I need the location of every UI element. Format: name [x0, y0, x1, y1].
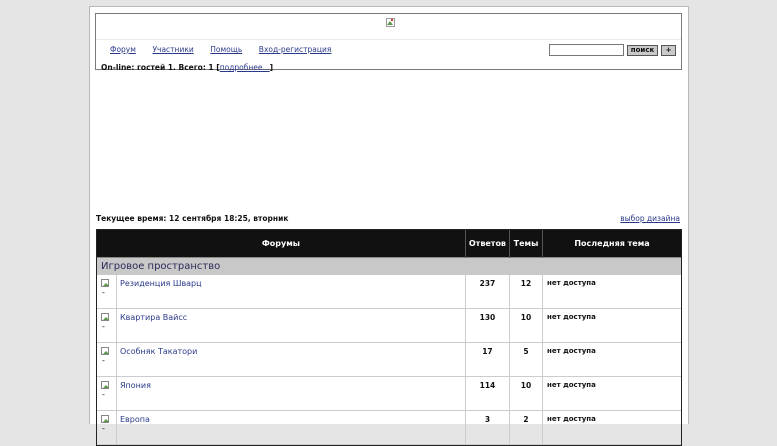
forum-status-icon: - [97, 308, 117, 343]
forum-status-icon: - [97, 376, 117, 411]
search-button[interactable]: поиск [627, 44, 658, 56]
table-row: - Резиденция Шварц 237 12 нет доступа [97, 275, 681, 309]
table-row: - Особняк Такатори 17 5 нет доступа [97, 342, 681, 377]
replies-count: 130 [465, 308, 511, 343]
online-details-link[interactable]: подробнее... [220, 63, 270, 72]
topics-count: 10 [509, 308, 543, 343]
replies-count: 114 [465, 376, 511, 411]
search-bar: поиск + [549, 44, 676, 56]
forum-header: Форум Участники Помощь Вход-регистрация … [95, 13, 682, 72]
last-topic: нет доступа [542, 410, 681, 445]
forum-link[interactable]: Япония [120, 381, 151, 390]
search-input[interactable] [549, 44, 624, 56]
forum-link[interactable]: Резиденция Шварц [120, 279, 202, 288]
broken-image-icon [386, 18, 396, 28]
table-row: - Квартира Вайсс 130 10 нет доступа [97, 308, 681, 343]
current-time: Текущее время: 12 сентября 18:25, вторни… [96, 214, 289, 223]
header-last-topic: Последняя тема [542, 230, 681, 258]
topics-count: 12 [509, 275, 543, 309]
table-row: - Европа 3 2 нет доступа [97, 410, 681, 445]
advanced-search-button[interactable]: + [661, 44, 676, 56]
forum-table: Форумы Ответов Темы Последняя тема Игров… [96, 229, 682, 446]
forum-link[interactable]: Особняк Такатори [120, 347, 197, 356]
topics-count: 5 [509, 342, 543, 377]
page: Форум Участники Помощь Вход-регистрация … [89, 6, 689, 446]
online-text: On-line: гостей 1. Всего: 1 [101, 63, 214, 72]
nav-members-link[interactable]: Участники [152, 45, 193, 54]
online-status: On-line: гостей 1. Всего: 1 [подробнее..… [101, 63, 274, 72]
topics-count: 2 [509, 410, 543, 445]
forum-status-icon: - [97, 275, 117, 309]
table-row: - Япония 114 10 нет доступа [97, 376, 681, 411]
last-topic: нет доступа [542, 275, 681, 309]
replies-count: 237 [465, 275, 511, 309]
header-forums: Форумы [97, 230, 466, 258]
last-topic: нет доступа [542, 308, 681, 343]
last-topic: нет доступа [542, 376, 681, 411]
forum-status-icon: - [97, 342, 117, 377]
header-replies: Ответов [465, 230, 511, 258]
main-nav: Форум Участники Помощь Вход-регистрация [110, 45, 345, 54]
replies-count: 17 [465, 342, 511, 377]
header-topics: Темы [509, 230, 543, 258]
last-topic: нет доступа [542, 342, 681, 377]
topics-count: 10 [509, 376, 543, 411]
category-title[interactable]: Игровое пространство [97, 257, 681, 275]
forum-status-icon: - [97, 410, 117, 445]
nav-help-link[interactable]: Помощь [210, 45, 242, 54]
time-bar: Текущее время: 12 сентября 18:25, вторни… [96, 214, 680, 223]
forum-link[interactable]: Квартира Вайсс [120, 313, 187, 322]
nav-forum-link[interactable]: Форум [110, 45, 136, 54]
nav-login-register-link[interactable]: Вход-регистрация [259, 45, 332, 54]
replies-count: 3 [465, 410, 511, 445]
design-select-link[interactable]: выбор дизайна [620, 214, 680, 223]
